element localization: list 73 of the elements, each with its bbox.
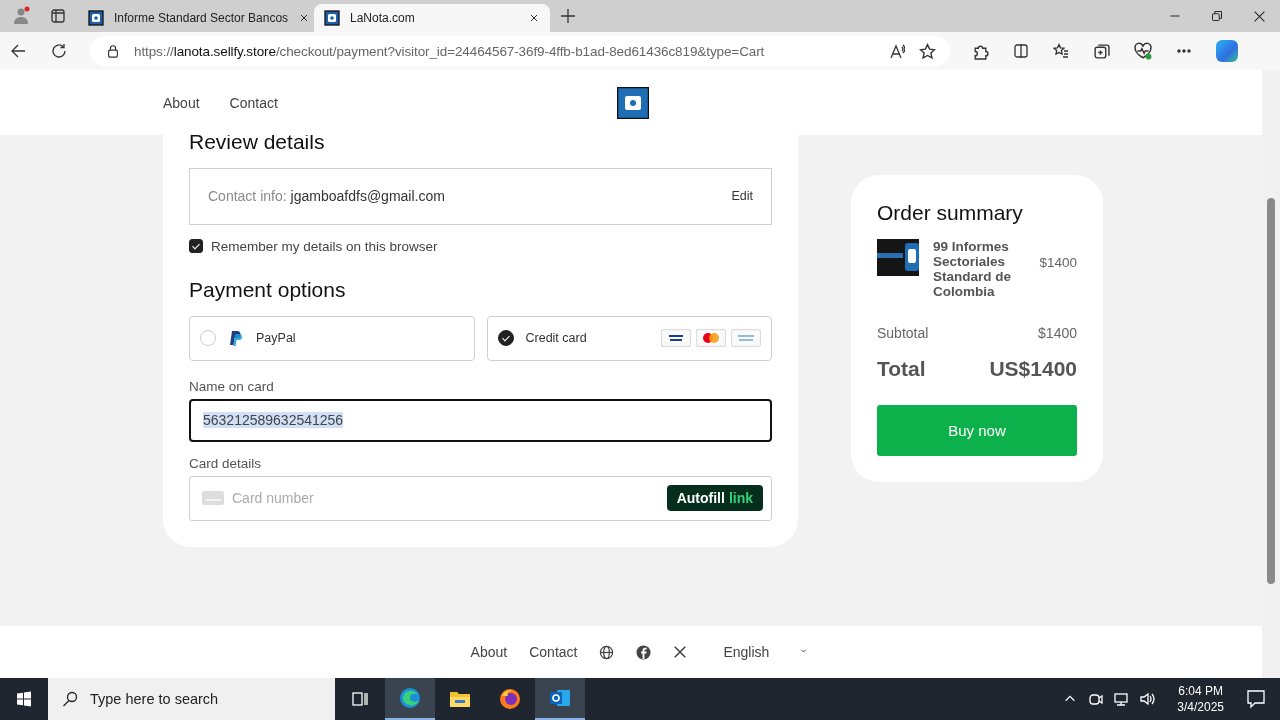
product-name: 99 Informes Sectoriales Standard de Colombia (933, 239, 1012, 300)
search-icon (62, 691, 78, 707)
footer-link[interactable]: About (470, 644, 508, 660)
address-bar[interactable]: https://lanota.sellfy.store/checkout/payment?visitor_id=24464567-36f9-4ffb-b1ad-8ed61436c819&type=Cart (90, 36, 950, 66)
volume-icon[interactable] (1139, 691, 1156, 707)
edge-browser-icon[interactable] (399, 687, 421, 709)
nav-link[interactable]: Contact (229, 94, 278, 111)
mastercard-icon (696, 329, 726, 347)
restore-icon[interactable] (1211, 9, 1223, 22)
field-label: Card details (189, 455, 263, 471)
lock-icon (106, 44, 120, 58)
taskbar-search[interactable]: Type here to search (48, 678, 335, 720)
section-title: Payment options (189, 277, 347, 302)
profile-icon[interactable] (12, 6, 32, 26)
contact-label: Contact info: (208, 188, 287, 204)
card-icon (202, 491, 224, 505)
amex-card-icon (731, 329, 761, 347)
field-label: Name on card (189, 378, 275, 394)
favicon-icon (88, 10, 104, 26)
payment-option[interactable]: Credit card (486, 315, 772, 361)
close-icon[interactable] (528, 12, 540, 24)
favorite-star-icon[interactable] (919, 42, 936, 60)
contact-email: jgamboafdfs@gmail.com (290, 188, 446, 204)
product-price: $1400 (1039, 255, 1077, 270)
name-field[interactable]: 563212589632541256 (189, 398, 772, 442)
meet-icon[interactable] (1087, 691, 1104, 707)
firefox-icon[interactable] (499, 688, 521, 710)
favicon-icon (324, 10, 340, 26)
language-select[interactable]: English (723, 644, 770, 660)
paypal-icon (228, 329, 244, 347)
checkbox[interactable] (189, 239, 203, 253)
total-value: US$1400 (989, 357, 1077, 382)
split-screen-icon[interactable] (1013, 43, 1029, 59)
url-text: https://lanota.sellfy.store/checkout/payment?visitor_id=24464567-36f9-4ffb-b1ad-8ed61436c819&type=Cart (134, 43, 766, 59)
footer-link[interactable]: Contact (529, 644, 578, 660)
total-label: Total (877, 357, 926, 382)
subtotal-value: $1400 (1038, 325, 1077, 342)
taskbar-clock[interactable]: 6:04 PM 3/4/2025 (1177, 682, 1224, 716)
windows-start-icon[interactable] (16, 691, 32, 707)
nav-link[interactable]: About (163, 94, 200, 111)
card-number-field[interactable]: Card number Autofill link (189, 475, 772, 521)
task-view-icon[interactable] (352, 691, 368, 707)
edit-link[interactable]: Edit (731, 189, 753, 203)
subtotal-label: Subtotal (877, 325, 929, 342)
visa-card-icon (661, 329, 691, 347)
browser-tab[interactable]: Informe Standard Sector Bancos (78, 4, 314, 32)
refresh-icon[interactable] (50, 42, 68, 60)
option-label: Credit card (525, 331, 587, 345)
globe-icon[interactable] (599, 644, 615, 660)
outlook-icon[interactable] (549, 687, 571, 709)
notification-icon[interactable] (1246, 689, 1266, 709)
favorites-icon[interactable] (1053, 43, 1069, 59)
scrollbar[interactable] (1262, 70, 1280, 678)
option-label: PayPal (256, 331, 296, 345)
browser-tab[interactable]: LaNota.com (314, 4, 550, 32)
payment-option[interactable]: PayPal (189, 315, 475, 361)
heart-pulse-icon[interactable] (1134, 42, 1152, 60)
tab-actions-icon[interactable] (50, 8, 66, 24)
checkbox-label: Remember my details on this browser (211, 238, 438, 254)
logo-icon[interactable] (617, 87, 649, 119)
network-icon[interactable] (1113, 691, 1130, 707)
extensions-icon[interactable] (972, 42, 989, 60)
close-icon[interactable] (1253, 9, 1266, 23)
autofill-button[interactable]: Autofill link (666, 485, 763, 511)
collections-icon[interactable] (1093, 42, 1110, 60)
back-icon[interactable] (10, 42, 28, 60)
copilot-icon[interactable] (1216, 40, 1238, 62)
new-tab-icon[interactable] (560, 8, 576, 24)
radio-button[interactable] (497, 330, 514, 346)
summary-title: Order summary (877, 201, 1024, 225)
read-aloud-icon[interactable] (889, 43, 905, 59)
x-logo-icon[interactable] (673, 645, 688, 659)
facebook-icon[interactable] (636, 644, 652, 660)
